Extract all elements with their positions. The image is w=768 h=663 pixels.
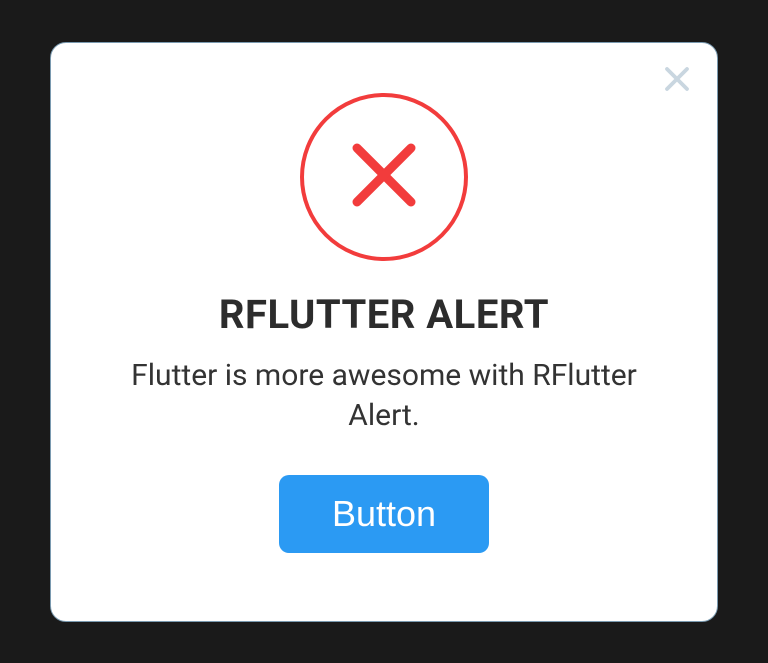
close-icon	[662, 64, 692, 98]
alert-dialog: RFLUTTER ALERT Flutter is more awesome w…	[50, 42, 718, 622]
dialog-title: RFLUTTER ALERT	[219, 291, 549, 338]
primary-button[interactable]: Button	[279, 475, 489, 553]
dialog-message: Flutter is more awesome with RFlutter Al…	[101, 356, 667, 437]
close-button[interactable]	[659, 63, 695, 99]
error-icon	[348, 139, 420, 215]
alert-icon-container	[300, 93, 468, 261]
